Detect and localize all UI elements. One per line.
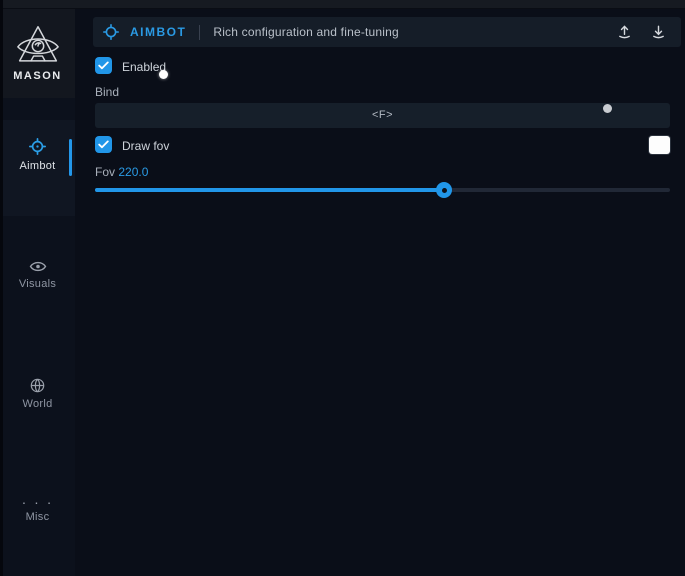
sidebar-item-label: Visuals	[19, 278, 56, 290]
draw-fov-label: Draw fov	[122, 139, 169, 153]
sidebar-item-world[interactable]: World	[0, 378, 75, 410]
export-config-button[interactable]	[611, 19, 637, 45]
cursor-dot	[603, 104, 612, 113]
window-left-edge	[0, 0, 3, 576]
crosshair-icon	[103, 24, 119, 40]
brand-name: MASON	[13, 70, 61, 82]
check-icon	[98, 140, 109, 149]
bind-key-input[interactable]: <F>	[95, 103, 670, 128]
draw-fov-checkbox[interactable]	[95, 136, 112, 153]
check-icon	[98, 61, 109, 70]
brand-logo-panel: MASON	[0, 9, 75, 98]
crosshair-icon	[29, 138, 46, 155]
cursor-dot	[159, 70, 168, 79]
header-divider	[199, 25, 200, 40]
fov-label: Fov 220.0	[95, 165, 148, 179]
sidebar-item-label: Aimbot	[19, 160, 55, 172]
fov-color-swatch[interactable]	[649, 136, 670, 154]
sidebar-item-visuals[interactable]: Visuals	[0, 260, 75, 290]
enabled-checkbox[interactable]	[95, 57, 112, 74]
pyramid-eye-icon	[15, 25, 61, 67]
sidebar-item-label: World	[22, 398, 52, 410]
ellipsis-icon: · · ·	[22, 498, 54, 506]
eye-icon	[29, 260, 47, 273]
sidebar-item-label: Misc	[26, 511, 50, 523]
import-config-button[interactable]	[645, 19, 671, 45]
fov-slider-fill	[95, 188, 444, 192]
fov-slider-handle[interactable]	[436, 182, 452, 198]
section-title: AIMBOT	[130, 25, 186, 39]
fov-slider[interactable]	[95, 188, 670, 192]
section-header: AIMBOT Rich configuration and fine-tunin…	[93, 17, 681, 47]
sidebar-item-aimbot[interactable]: Aimbot	[0, 138, 75, 172]
sidebar-item-misc[interactable]: · · · Misc	[0, 498, 75, 523]
window-top-strip	[0, 0, 685, 9]
globe-icon	[30, 378, 45, 393]
fov-value: 220.0	[118, 165, 148, 179]
bind-label: Bind	[95, 85, 119, 99]
section-subtitle: Rich configuration and fine-tuning	[213, 25, 399, 39]
